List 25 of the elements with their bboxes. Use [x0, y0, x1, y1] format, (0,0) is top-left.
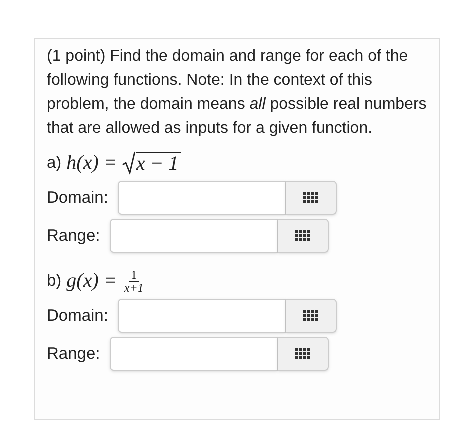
part-label: a) — [47, 152, 62, 174]
function-name: h(x) = — [66, 151, 118, 176]
keypad-button[interactable] — [286, 299, 338, 333]
function-name: g(x) = — [66, 269, 118, 294]
denominator: x+1 — [124, 282, 144, 294]
keypad-button[interactable] — [278, 337, 330, 371]
answer-field[interactable] — [110, 337, 278, 371]
answer-field[interactable] — [118, 299, 286, 333]
answer-field[interactable] — [110, 219, 278, 253]
answer-field[interactable] — [118, 181, 286, 215]
keypad-icon — [303, 310, 320, 322]
keypad-button[interactable] — [286, 181, 338, 215]
field-label: Range: — [47, 226, 100, 247]
radicand: x − 1 — [136, 152, 181, 175]
numerator: 1 — [129, 268, 140, 282]
keypad-icon — [295, 348, 312, 360]
field-label: Domain: — [47, 306, 108, 327]
part-label: b) — [47, 270, 62, 292]
field-label: Range: — [47, 344, 100, 365]
question-text: (1 point) Find the domain and range for each of the following functions. Note: In the context of this problem, the domain means all possible real numbers that are allowed as inputs for a given function. — [47, 47, 428, 139]
keypad-button[interactable] — [278, 219, 330, 253]
keypad-icon — [303, 192, 320, 204]
radical-sign-icon — [122, 151, 136, 175]
keypad-icon — [295, 230, 312, 242]
field-label: Domain: — [47, 188, 108, 209]
